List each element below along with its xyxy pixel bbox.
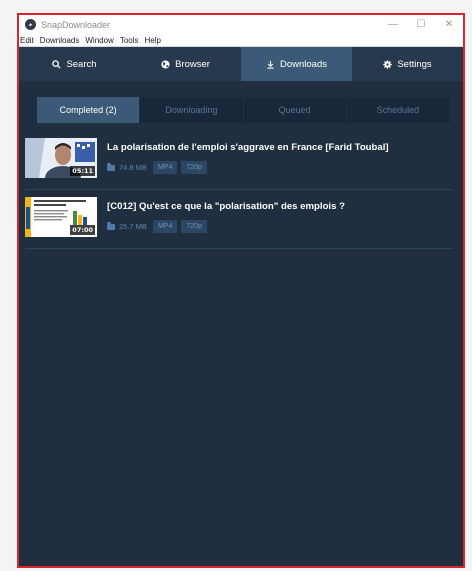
tab-browser[interactable]: Browser	[130, 47, 241, 81]
menu-downloads[interactable]: Downloads	[40, 36, 80, 45]
download-list: 05:11 La polarisation de l'emploi s'aggr…	[25, 137, 453, 249]
quality-badge: 720p	[181, 220, 207, 233]
tab-search-label: Search	[66, 58, 97, 70]
subtab-queued[interactable]: Queued	[243, 97, 346, 123]
main-nav: Search Browser Downloads Settings	[19, 47, 463, 81]
download-meta: 25.7 MB MP4 720p	[107, 220, 207, 233]
app-logo-icon	[25, 19, 36, 30]
format-badge: MP4	[152, 161, 178, 174]
file-size: 74.8 MB	[119, 163, 147, 172]
menu-help[interactable]: Help	[145, 36, 161, 45]
app-window: SnapDownloader — ☐ ✕ Edit Downloads Wind…	[17, 13, 465, 568]
download-icon	[267, 60, 274, 69]
menu-bar: Edit Downloads Window Tools Help	[19, 34, 463, 47]
subtab-completed[interactable]: Completed (2)	[37, 97, 140, 123]
downloads-panel: Completed (2) Downloading Queued Schedul…	[19, 81, 463, 566]
menu-edit[interactable]: Edit	[20, 36, 34, 45]
tab-downloads[interactable]: Downloads	[241, 47, 352, 81]
tab-browser-label: Browser	[175, 58, 210, 70]
menu-tools[interactable]: Tools	[120, 36, 139, 45]
folder-icon[interactable]	[107, 221, 115, 230]
maximize-icon[interactable]: ☐	[407, 15, 435, 34]
search-icon	[52, 59, 61, 69]
tab-search[interactable]: Search	[19, 47, 130, 81]
tab-downloads-label: Downloads	[280, 58, 327, 70]
video-duration: 05:11	[70, 166, 95, 176]
quality-badge: 720p	[181, 161, 207, 174]
title-bar[interactable]: SnapDownloader — ☐ ✕	[19, 15, 463, 34]
folder-icon[interactable]	[107, 162, 115, 171]
video-thumbnail[interactable]: 07:00	[25, 197, 97, 237]
menu-window[interactable]: Window	[85, 36, 113, 45]
download-title[interactable]: [C012] Qu'est ce que la "polarisation" d…	[107, 201, 345, 212]
file-size: 25.7 MB	[119, 222, 147, 231]
tab-settings[interactable]: Settings	[352, 47, 463, 81]
format-badge: MP4	[152, 220, 178, 233]
download-status-tabs: Completed (2) Downloading Queued Schedul…	[37, 97, 449, 123]
download-item[interactable]: 05:11 La polarisation de l'emploi s'aggr…	[25, 137, 453, 190]
gear-icon	[383, 59, 393, 69]
tab-settings-label: Settings	[397, 58, 432, 70]
window-title: SnapDownloader	[41, 19, 111, 30]
video-duration: 07:00	[70, 225, 95, 235]
minimize-icon[interactable]: —	[379, 15, 407, 34]
subtab-downloading[interactable]: Downloading	[140, 97, 243, 123]
download-item[interactable]: 07:00 [C012] Qu'est ce que la "polarisat…	[25, 196, 453, 249]
subtab-scheduled[interactable]: Scheduled	[346, 97, 449, 123]
video-thumbnail[interactable]: 05:11	[25, 138, 97, 178]
download-title[interactable]: La polarisation de l'emploi s'aggrave en…	[107, 142, 389, 153]
download-meta: 74.8 MB MP4 720p	[107, 161, 207, 174]
close-icon[interactable]: ✕	[435, 15, 463, 34]
globe-icon	[161, 59, 170, 69]
